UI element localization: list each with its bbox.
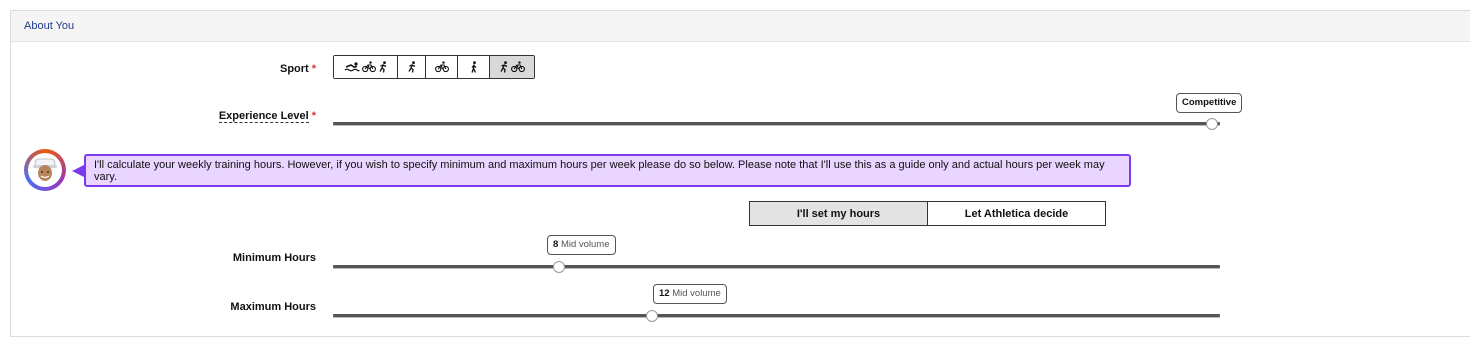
bike-icon [434, 61, 449, 73]
min-hours-tooltip: 8 Mid volume [547, 235, 616, 255]
run-icon [407, 61, 415, 73]
experience-slider-track[interactable] [333, 122, 1220, 125]
set-hours-button[interactable]: I'll set my hours [749, 201, 928, 226]
run-icon [378, 61, 386, 73]
experience-label-text: Experience Level [218, 110, 309, 123]
coach-message: I'll calculate your weekly training hour… [94, 158, 1105, 183]
experience-label: Experience Level * [200, 110, 316, 123]
min-hours-label-text: Minimum Hours [232, 252, 316, 264]
swim-icon [344, 62, 360, 72]
sport-option-walk[interactable] [458, 56, 490, 78]
walk-icon [470, 61, 476, 73]
min-hours-value: 8 [553, 239, 559, 250]
coach-face [28, 153, 62, 187]
max-hours-volume: Mid volume [672, 288, 721, 299]
panel-header: About You [11, 11, 1470, 42]
min-hours-slider-thumb[interactable] [553, 261, 565, 273]
min-hours-label: Minimum Hours [200, 252, 316, 264]
max-hours-tooltip: 12 Mid volume [653, 284, 727, 304]
min-hours-volume: Mid volume [560, 239, 610, 250]
max-hours-label: Maximum Hours [200, 301, 316, 313]
sport-option-run[interactable] [398, 56, 426, 78]
bubble-tail [72, 165, 84, 177]
sport-selector [333, 55, 535, 79]
sport-label: Sport * [260, 63, 316, 75]
set-hours-label: I'll set my hours [796, 207, 881, 220]
experience-value-tooltip: Competitive [1176, 93, 1243, 113]
sport-label-text: Sport [279, 63, 309, 75]
max-hours-slider-thumb[interactable] [646, 310, 658, 322]
max-hours-label-text: Maximum Hours [230, 301, 316, 313]
athletica-decide-label: Let Athletica decide [964, 207, 1069, 220]
required-mark: * [311, 63, 316, 75]
coach-avatar [24, 149, 66, 191]
run-icon [500, 61, 508, 73]
panel-title: About You [24, 20, 75, 32]
experience-slider-thumb[interactable] [1206, 118, 1218, 130]
max-hours-slider-track[interactable] [333, 314, 1220, 317]
bike-icon [511, 61, 525, 73]
coach-icon [33, 158, 57, 181]
sport-option-triathlon[interactable] [334, 56, 398, 78]
bike-icon [361, 61, 376, 73]
experience-value: Competitive [1182, 97, 1237, 108]
coach-message-bubble: I'll calculate your weekly training hour… [84, 154, 1131, 187]
max-hours-value: 12 [659, 288, 670, 299]
required-mark: * [311, 110, 316, 122]
min-hours-slider-track[interactable] [333, 265, 1220, 268]
athletica-decide-button[interactable]: Let Athletica decide [927, 201, 1106, 226]
sport-option-bike[interactable] [426, 56, 458, 78]
sport-option-duathlon[interactable] [490, 56, 534, 78]
